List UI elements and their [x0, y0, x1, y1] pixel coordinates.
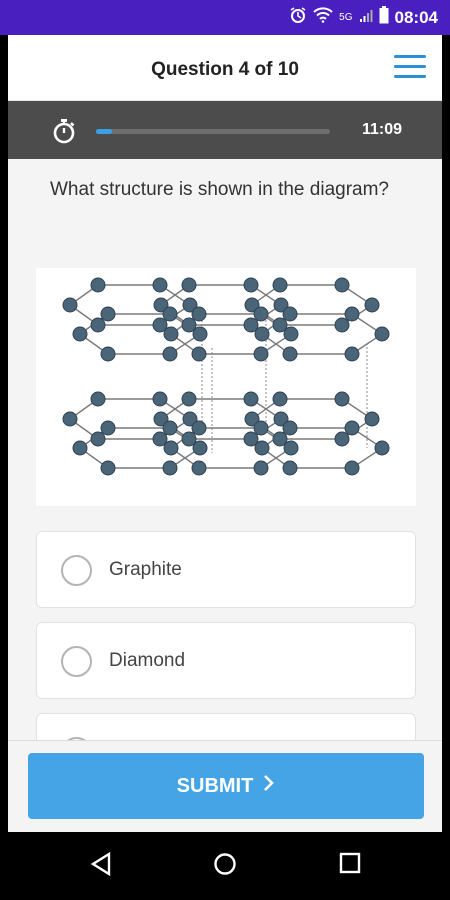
- carbon-atom: [191, 420, 207, 436]
- stopwatch-icon: [52, 118, 76, 144]
- submit-button[interactable]: SUBMIT: [28, 753, 424, 819]
- answer-label: Graphite: [109, 559, 182, 580]
- time-remaining: 11:09: [361, 121, 402, 138]
- carbon-atom: [191, 346, 207, 362]
- carbon-atom: [282, 460, 298, 476]
- footer: SUBMIT: [8, 740, 442, 832]
- question-counter: Question 4 of 10: [151, 59, 299, 80]
- answer-option-diamond[interactable]: Diamond: [36, 622, 416, 699]
- answer-label: Diamond: [109, 650, 186, 671]
- carbon-atom: [374, 440, 390, 456]
- carbon-atom: [100, 306, 116, 322]
- carbon-atom: [344, 460, 360, 476]
- quiz-screen: Question 4 of 10 11:09 What structure is…: [8, 35, 442, 832]
- carbon-atom: [100, 460, 116, 476]
- carbon-atom: [90, 431, 106, 447]
- carbon-atom: [152, 391, 168, 407]
- carbon-atom: [100, 420, 116, 436]
- signal-icon: [359, 8, 373, 28]
- carbon-atom: [344, 346, 360, 362]
- back-triangle-icon[interactable]: [90, 851, 112, 881]
- wifi-icon: [313, 7, 333, 28]
- system-nav-bar: [0, 832, 450, 900]
- carbon-atom: [254, 440, 270, 456]
- status-bar: 5G 08:04: [0, 0, 450, 35]
- carbon-atom: [283, 326, 299, 342]
- carbon-atom: [334, 317, 350, 333]
- battery-icon: [379, 6, 389, 29]
- answer-option-graphite[interactable]: Graphite: [36, 531, 416, 608]
- radio-button[interactable]: [61, 646, 92, 677]
- carbon-atom: [282, 306, 298, 322]
- carbon-atom: [163, 326, 179, 342]
- carbon-atom: [254, 326, 270, 342]
- question-text: What structure is shown in the diagram?: [50, 179, 389, 200]
- carbon-atom: [334, 391, 350, 407]
- clock-time: 08:04: [394, 7, 438, 27]
- carbon-atom: [283, 440, 299, 456]
- carbon-atom: [253, 420, 269, 436]
- carbon-atom: [334, 277, 350, 293]
- carbon-atom: [344, 306, 360, 322]
- carbon-atom: [90, 391, 106, 407]
- carbon-atom: [162, 306, 178, 322]
- timer-bar: 11:09: [8, 101, 442, 159]
- timer-progress-fill: [96, 129, 113, 134]
- carbon-atom: [272, 277, 288, 293]
- carbon-atom: [243, 391, 259, 407]
- timer-progress: [96, 129, 330, 134]
- carbon-atom: [253, 460, 269, 476]
- carbon-atom: [374, 326, 390, 342]
- carbon-atom: [162, 346, 178, 362]
- carbon-atom: [62, 297, 78, 313]
- carbon-atom: [272, 391, 288, 407]
- carbon-atom: [344, 420, 360, 436]
- carbon-atom: [162, 460, 178, 476]
- submit-label: SUBMIT: [176, 774, 254, 797]
- carbon-atom: [181, 277, 197, 293]
- recents-square-icon[interactable]: [339, 852, 361, 879]
- carbon-atom: [282, 346, 298, 362]
- carbon-atom: [192, 326, 208, 342]
- carbon-atom: [243, 277, 259, 293]
- carbon-atom: [100, 346, 116, 362]
- radio-button[interactable]: [61, 555, 92, 586]
- alarm-icon: [289, 6, 307, 29]
- carbon-atom: [62, 411, 78, 427]
- carbon-atom: [72, 440, 88, 456]
- carbon-atom: [253, 346, 269, 362]
- carbon-atom: [191, 306, 207, 322]
- carbon-atom: [192, 440, 208, 456]
- chevron-right-icon: [263, 774, 275, 798]
- carbon-atom: [364, 411, 380, 427]
- carbon-atom: [162, 420, 178, 436]
- carbon-atom: [334, 431, 350, 447]
- carbon-atom: [163, 440, 179, 456]
- hamburger-menu-icon[interactable]: [394, 55, 426, 81]
- carbon-atom: [364, 297, 380, 313]
- carbon-atom: [152, 277, 168, 293]
- carbon-atom: [72, 326, 88, 342]
- carbon-atom: [282, 420, 298, 436]
- header: Question 4 of 10: [8, 35, 442, 101]
- network-type: 5G: [339, 12, 353, 23]
- home-circle-icon[interactable]: [213, 852, 237, 881]
- carbon-atom: [181, 391, 197, 407]
- carbon-atom: [191, 460, 207, 476]
- structure-diagram: [36, 268, 416, 506]
- carbon-atom: [90, 317, 106, 333]
- carbon-atom: [90, 277, 106, 293]
- graphite-lattice-image: [62, 277, 390, 476]
- carbon-atom: [253, 306, 269, 322]
